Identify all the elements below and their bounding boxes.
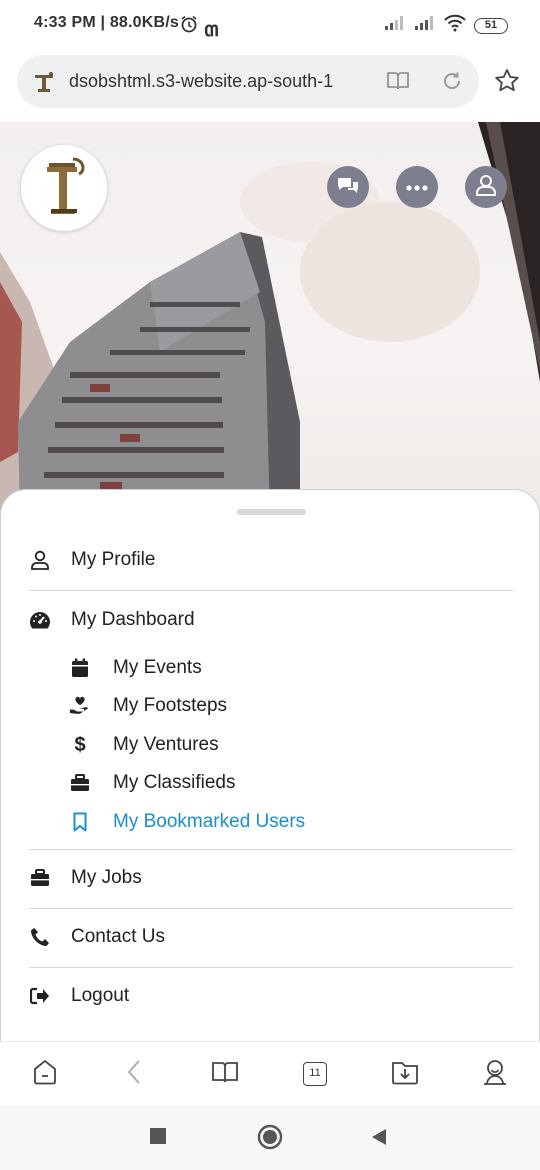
menu-label-contact: Contact Us <box>71 926 165 947</box>
sheet-grabber[interactable] <box>237 509 306 515</box>
site-favicon-icon <box>31 69 57 95</box>
briefcase-icon <box>69 772 91 794</box>
menu-item-jobs[interactable]: My Jobs <box>1 858 540 898</box>
profile-icon <box>481 1058 509 1091</box>
user-icon <box>476 174 496 201</box>
alarm-icon <box>180 15 198 38</box>
divider <box>29 967 513 968</box>
account-button[interactable] <box>465 166 507 208</box>
menu-label-dashboard: My Dashboard <box>71 609 195 630</box>
app-notification-icon: ຓ <box>204 19 220 41</box>
bookmark-star-icon[interactable] <box>494 68 520 99</box>
user-outline-icon <box>29 549 51 571</box>
book-icon <box>211 1060 239 1089</box>
profile-button[interactable] <box>480 1059 510 1089</box>
menu-item-classifieds[interactable]: My Classifieds <box>1 763 540 803</box>
browser-toolbar: 11 <box>0 1041 540 1105</box>
logout-icon <box>29 985 51 1007</box>
status-time-speed: 4:33 PM | 88.0KB/s <box>34 14 180 31</box>
menu-label-profile: My Profile <box>71 549 156 570</box>
more-icon <box>406 178 428 196</box>
url-bar[interactable]: dsobshtml.s3-website.ap-south-1 <box>17 55 479 108</box>
chat-icon <box>336 175 360 200</box>
battery-icon: 51 <box>474 17 508 34</box>
bookmark-icon <box>69 811 91 833</box>
menu-label-ventures: My Ventures <box>113 734 219 755</box>
menu-item-bookmarked-users[interactable]: My Bookmarked Users <box>1 802 540 842</box>
calendar-icon <box>69 657 91 679</box>
menu-item-contact[interactable]: Contact Us <box>1 917 540 957</box>
menu-label-jobs: My Jobs <box>71 867 142 888</box>
menu-label-bookmarked-users: My Bookmarked Users <box>113 811 306 832</box>
menu-item-dashboard[interactable]: My Dashboard <box>1 600 540 640</box>
menu-item-profile[interactable]: My Profile <box>1 540 540 580</box>
chat-button[interactable] <box>327 166 369 208</box>
menu-label-logout: Logout <box>71 985 130 1006</box>
menu-item-ventures[interactable]: $ My Ventures <box>1 725 540 765</box>
download-folder-icon <box>391 1059 419 1090</box>
back-button[interactable] <box>119 1059 149 1089</box>
home-icon <box>31 1058 59 1091</box>
recent-apps-icon[interactable] <box>149 1127 167 1150</box>
dollar-icon: $ <box>74 733 86 756</box>
divider <box>29 849 513 850</box>
menu-label-footsteps: My Footsteps <box>113 695 228 716</box>
home-circle-icon[interactable] <box>257 1124 283 1155</box>
status-bar: 4:33 PM | 88.0KB/s ຓ 51 <box>0 0 540 50</box>
chevron-left-icon <box>126 1059 142 1090</box>
signal-icon-2 <box>414 15 436 36</box>
back-triangle-icon[interactable] <box>370 1127 388 1152</box>
divider <box>29 590 513 591</box>
menu-sheet: My Profile My Dashboard My Events My Foo… <box>0 489 540 1041</box>
signal-icon-1 <box>384 15 406 36</box>
site-logo[interactable] <box>21 145 107 231</box>
tab-count-icon: 11 <box>303 1062 327 1086</box>
url-text[interactable]: dsobshtml.s3-website.ap-south-1 <box>69 71 369 92</box>
menu-item-logout[interactable]: Logout <box>1 976 540 1016</box>
reading-list-button[interactable] <box>210 1059 240 1089</box>
menu-item-footsteps[interactable]: My Footsteps <box>1 686 540 726</box>
wifi-icon <box>444 14 466 37</box>
menu-label-events: My Events <box>113 657 202 678</box>
phone-icon <box>29 926 51 948</box>
hand-heart-icon <box>69 695 91 717</box>
divider <box>29 908 513 909</box>
dashboard-gauge-icon <box>29 609 51 631</box>
system-navigation-bar <box>0 1105 540 1170</box>
menu-item-events[interactable]: My Events <box>1 648 540 688</box>
home-button[interactable] <box>30 1059 60 1089</box>
downloads-button[interactable] <box>390 1059 420 1089</box>
more-button[interactable] <box>396 166 438 208</box>
tabs-button[interactable]: 11 <box>300 1059 330 1089</box>
menu-label-classifieds: My Classifieds <box>113 772 236 793</box>
briefcase-icon <box>29 867 51 889</box>
reader-mode-icon[interactable] <box>386 70 410 97</box>
reload-icon[interactable] <box>441 70 463 97</box>
